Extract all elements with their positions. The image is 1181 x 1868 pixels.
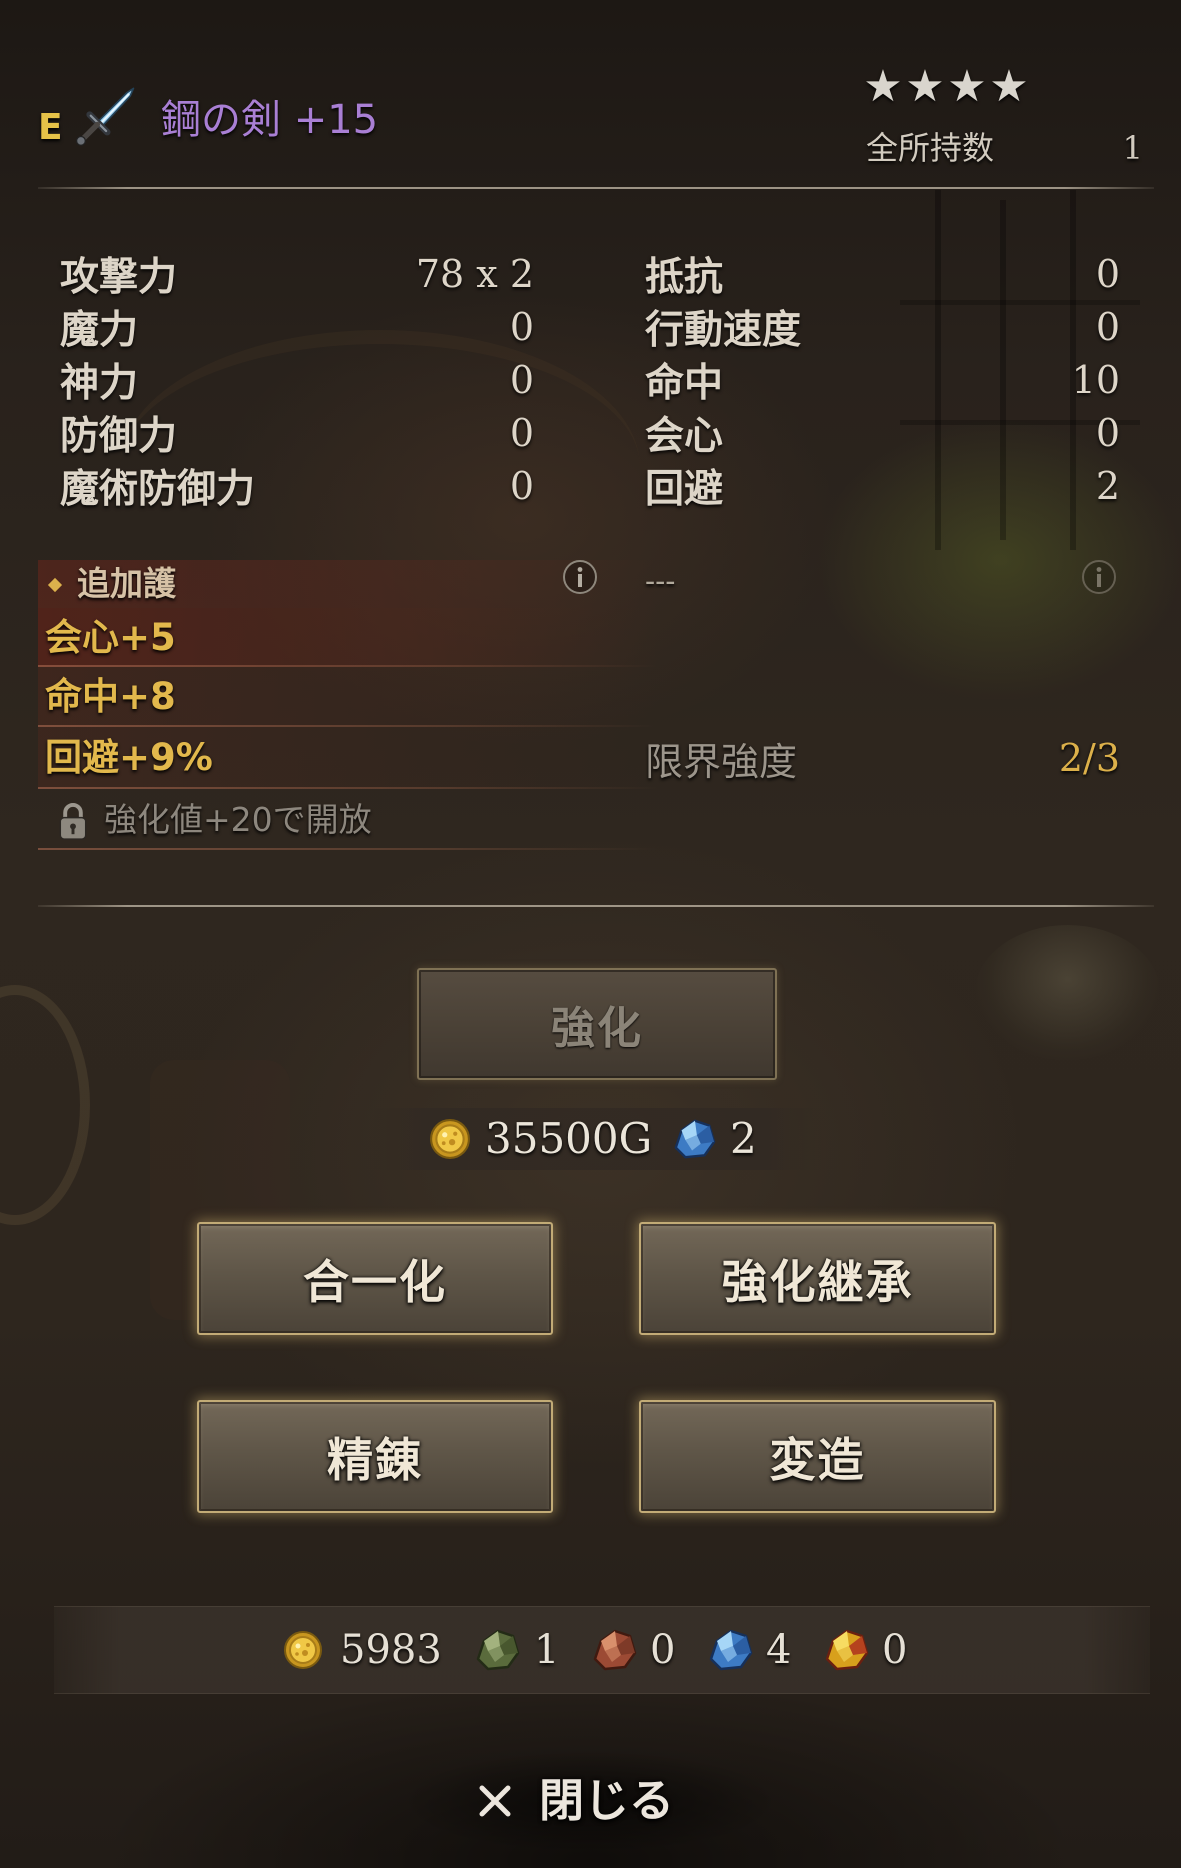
green-ore-icon (478, 1631, 518, 1669)
stat-row: 会心 0 (645, 406, 1120, 459)
modify-button[interactable]: 変造 (639, 1400, 996, 1513)
extra-bonus-row: 会心+5 (38, 608, 658, 667)
rarity-star-icon: ★ (863, 61, 903, 112)
owned-count-value: 1 (1122, 129, 1143, 167)
gold-ore-amount: 0 (882, 1627, 908, 1673)
stat-value: 0 (1095, 410, 1120, 455)
extra-bonus-row: 命中+8 (38, 667, 658, 727)
limit-strength-value: 2/3 (1058, 736, 1120, 780)
blue-ore-icon (711, 1631, 751, 1669)
stat-label: 攻撃力 (60, 253, 178, 300)
stat-value: 10 (1071, 357, 1120, 402)
red-ore-icon (595, 1631, 635, 1669)
stat-label: 防御力 (60, 412, 178, 459)
gold-amount: 5983 (340, 1627, 442, 1673)
extra-option-empty-slot: --- (645, 564, 676, 599)
owned-count-label: 全所持数 (866, 129, 995, 167)
stat-label: 回避 (645, 465, 724, 512)
limit-strength-label: 限界強度 (645, 739, 798, 784)
stat-value: 78 x 2 (415, 251, 534, 296)
cost-ore-amount: 2 (730, 1114, 757, 1163)
close-icon[interactable] (475, 1781, 515, 1821)
red-ore-amount: 0 (650, 1627, 676, 1673)
enhance-button[interactable]: 強化 (417, 968, 777, 1080)
stat-row: 防御力 0 (60, 406, 534, 459)
inherit-enhancement-button[interactable]: 強化継承 (639, 1222, 996, 1335)
locked-bonus-row: 強化値+20で開放 (38, 789, 658, 850)
stat-row: 魔術防御力 0 (60, 459, 534, 512)
stat-value: 0 (509, 463, 534, 508)
stat-label: 会心 (645, 412, 724, 459)
close-label: 閉じる (539, 1774, 675, 1827)
item-name: 鋼の剣 +15 (161, 97, 379, 143)
stat-label: 命中 (645, 359, 724, 406)
rarity-stars: ★★★★ (862, 62, 1030, 112)
background-pot (975, 925, 1160, 1060)
stat-label: 魔術防御力 (60, 465, 256, 512)
stat-row: 抵抗 0 (645, 247, 1120, 300)
resource-bar: 5983 1 0 4 0 (54, 1606, 1150, 1694)
blue-ore-amount: 4 (766, 1627, 792, 1673)
stat-value: 2 (1095, 463, 1120, 508)
info-icon[interactable] (561, 558, 599, 596)
stat-label: 魔力 (60, 306, 139, 353)
cost-gold-amount: 35500G (485, 1114, 653, 1163)
background-shield (0, 985, 90, 1225)
green-ore-amount: 1 (534, 1627, 560, 1673)
equipment-detail-screen: E 鋼の剣 +15 ★★★★ 全所持数 1 攻撃力 78 x 2 魔力 0 神力… (0, 0, 1181, 1868)
rarity-star-icon: ★ (947, 61, 987, 112)
stat-value: 0 (509, 410, 534, 455)
stat-row: 神力 0 (60, 353, 534, 406)
rarity-star-icon: ★ (989, 61, 1029, 112)
extra-bonus-row: 回避+9% (38, 727, 658, 789)
locked-bonus-text: 強化値+20で開放 (104, 800, 372, 839)
enhance-cost-bar: 35500G 2 (369, 1108, 822, 1170)
item-header: E 鋼の剣 +15 ★★★★ 全所持数 1 (0, 0, 1181, 190)
header-divider (38, 187, 1154, 189)
stat-value: 0 (509, 357, 534, 402)
equipped-badge: E (38, 107, 63, 148)
stat-label: 抵抗 (645, 253, 724, 300)
sword-icon (70, 84, 140, 154)
close-button[interactable]: 閉じる (466, 1770, 688, 1832)
section-divider (38, 905, 1154, 907)
limit-strength-row: 限界強度 2/3 (645, 736, 1120, 784)
gold-coin-icon (284, 1631, 322, 1669)
diamond-bullet-icon (47, 577, 63, 593)
gold-coin-icon (430, 1119, 470, 1159)
stat-label: 神力 (60, 359, 139, 406)
blue-ore-icon (675, 1120, 715, 1158)
stat-row: 魔力 0 (60, 300, 534, 353)
stat-row: 回避 2 (645, 459, 1120, 512)
info-icon[interactable] (1080, 558, 1118, 596)
stat-value: 0 (509, 304, 534, 349)
stat-value: 0 (1095, 304, 1120, 349)
refine-button[interactable]: 精錬 (197, 1400, 553, 1513)
merge-button[interactable]: 合一化 (197, 1222, 553, 1335)
lock-icon (56, 801, 90, 842)
stat-row: 命中 10 (645, 353, 1120, 406)
rarity-star-icon: ★ (905, 61, 945, 112)
stats-right-column: 抵抗 0 行動速度 0 命中 10 会心 0 回避 2 (645, 247, 1120, 512)
stat-row: 攻撃力 78 x 2 (60, 247, 534, 300)
stat-value: 0 (1095, 251, 1120, 296)
extra-options-label: 追加護 (77, 564, 176, 603)
stats-left-column: 攻撃力 78 x 2 魔力 0 神力 0 防御力 0 魔術防御力 0 (60, 247, 534, 512)
stat-label: 行動速度 (645, 306, 802, 353)
gold-ore-icon (827, 1631, 867, 1669)
stat-row: 行動速度 0 (645, 300, 1120, 353)
